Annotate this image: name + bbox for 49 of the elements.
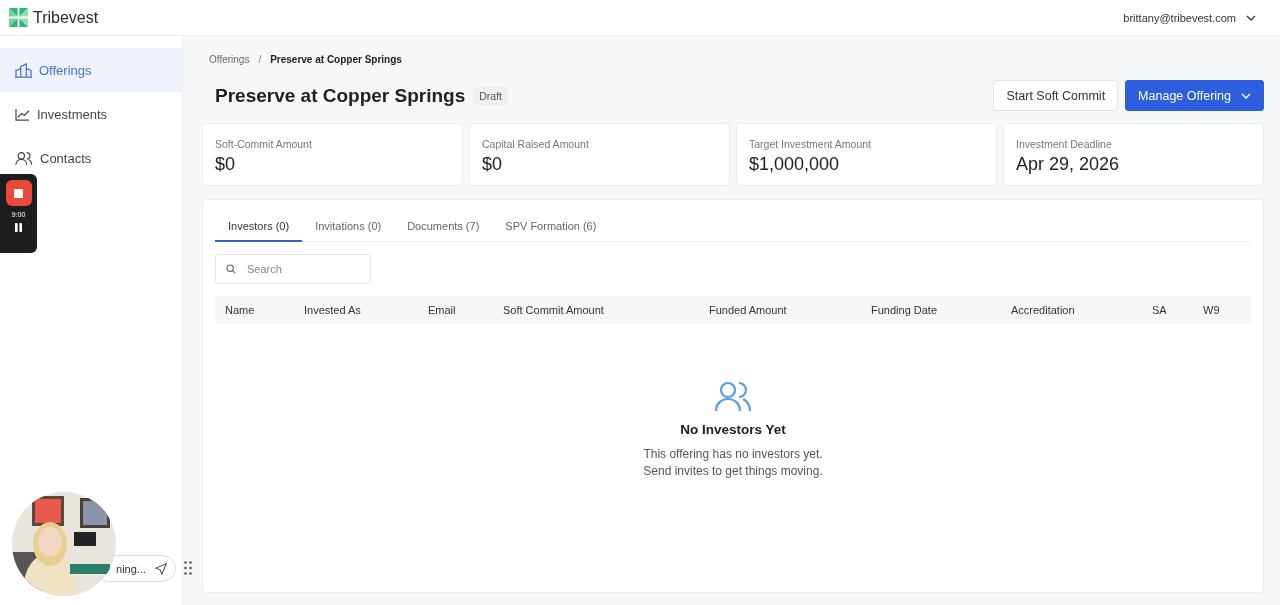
- stat-label: Capital Raised Amount: [482, 138, 590, 150]
- empty-state-title: No Investors Yet: [680, 422, 786, 437]
- stat-label: Investment Deadline: [1016, 138, 1113, 150]
- column-header: Funding Date: [871, 304, 939, 316]
- sidebar-item[interactable]: Contacts: [0, 136, 182, 180]
- stat-value: $1,000,000: [749, 154, 841, 175]
- sidebar-item[interactable]: Investments: [0, 92, 182, 136]
- stat-value: $0: [482, 154, 504, 175]
- line-chart-icon: [15, 107, 30, 121]
- start-soft-commit-button[interactable]: Start Soft Commit: [993, 80, 1119, 111]
- tab[interactable]: SPV Formation (6): [492, 213, 610, 242]
- tab[interactable]: Invitations (0): [302, 213, 395, 242]
- search-field[interactable]: Search: [215, 254, 371, 284]
- chevron-down-icon: [1246, 14, 1256, 21]
- column-header: Funded Amount: [709, 304, 788, 316]
- column-header: Soft Commit Amount: [503, 304, 605, 316]
- breadcrumb-current: Preserve at Copper Springs: [270, 54, 402, 65]
- stat-label: Soft-Commit Amount: [215, 138, 313, 150]
- stat-value: $0: [215, 154, 237, 175]
- column-header: W9: [1203, 304, 1221, 316]
- tab[interactable]: Documents (7): [394, 213, 493, 242]
- column-header: Invested As: [304, 304, 362, 316]
- tab[interactable]: Investors (0): [215, 213, 303, 242]
- breadcrumb-link[interactable]: Offerings: [209, 54, 250, 65]
- building-icon: [15, 62, 32, 78]
- stat-label: Target Investment Amount: [749, 138, 872, 150]
- pause-icon[interactable]: [15, 223, 22, 232]
- send-icon[interactable]: [155, 562, 167, 575]
- column-header: Email: [428, 304, 457, 316]
- chevron-down-icon: [1241, 92, 1251, 99]
- user-menu[interactable]: brittany@tribevest.com: [1123, 11, 1256, 24]
- stat-value: Apr 29, 2026: [1016, 154, 1121, 175]
- breadcrumb-separator: /: [258, 54, 262, 65]
- stop-button[interactable]: [5, 180, 32, 206]
- sidebar-item[interactable]: Offerings: [0, 48, 182, 92]
- empty-state-message: This offering has no investors yet. Send invites to get things moving.: [643, 446, 823, 480]
- status-badge: Draft: [473, 86, 509, 105]
- drag-handle-icon[interactable]: [184, 561, 192, 575]
- column-header: Accreditation: [1011, 304, 1076, 316]
- pill-text: ning...: [116, 562, 146, 575]
- people-icon: [713, 380, 753, 412]
- column-header: SA: [1152, 304, 1168, 316]
- brand-name: Tribevest: [33, 8, 99, 27]
- manage-offering-button[interactable]: Manage Offering: [1125, 80, 1264, 111]
- search-icon: [226, 264, 236, 274]
- logo-icon: [9, 8, 28, 27]
- column-header: Name: [225, 304, 256, 316]
- people-icon: [15, 150, 33, 166]
- page-title: Preserve at Copper Springs: [215, 84, 466, 107]
